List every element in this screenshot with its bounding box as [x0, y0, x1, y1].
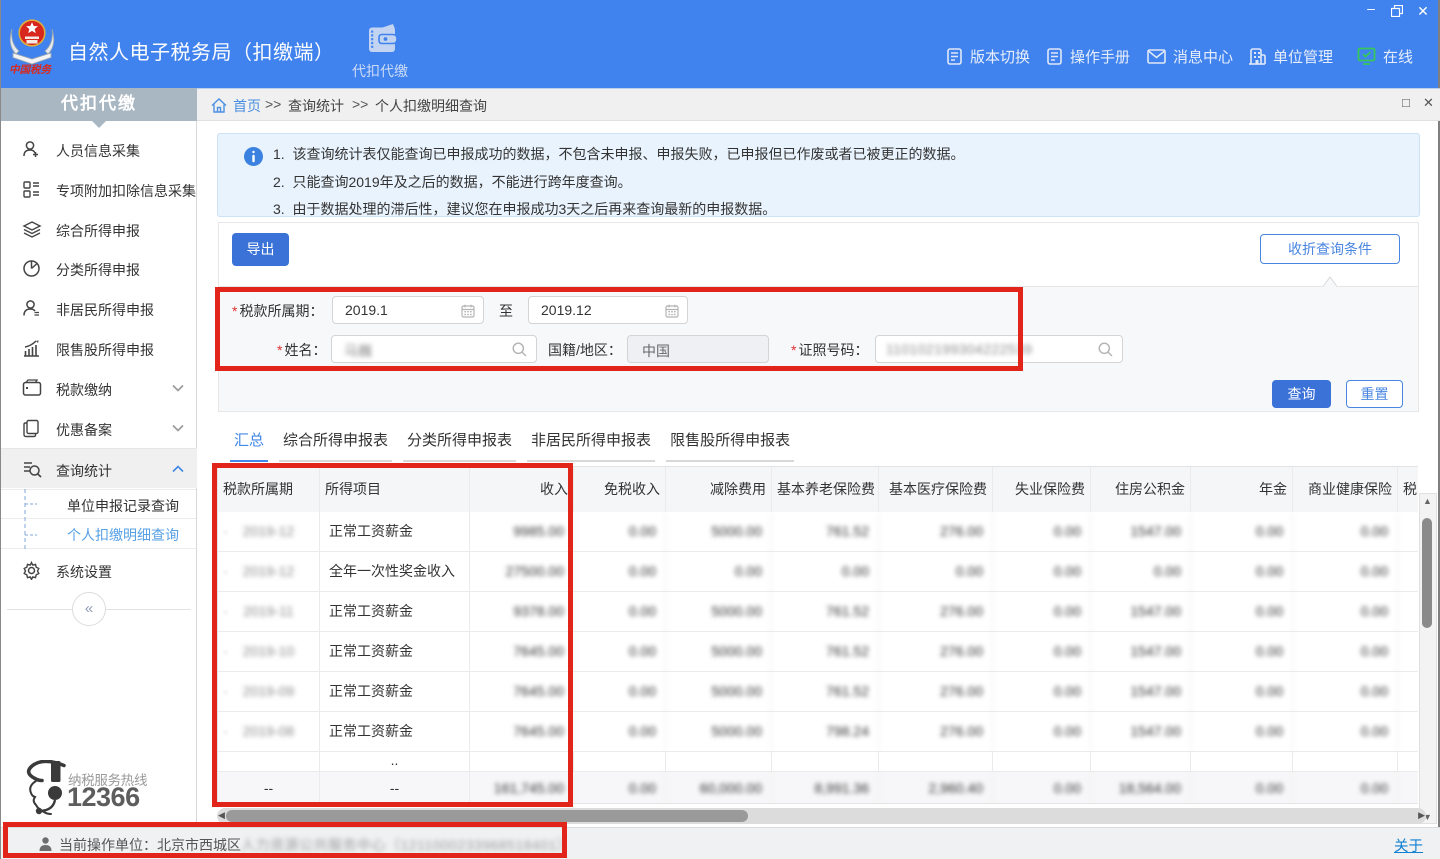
svg-text:中国税务: 中国税务 [9, 63, 52, 75]
